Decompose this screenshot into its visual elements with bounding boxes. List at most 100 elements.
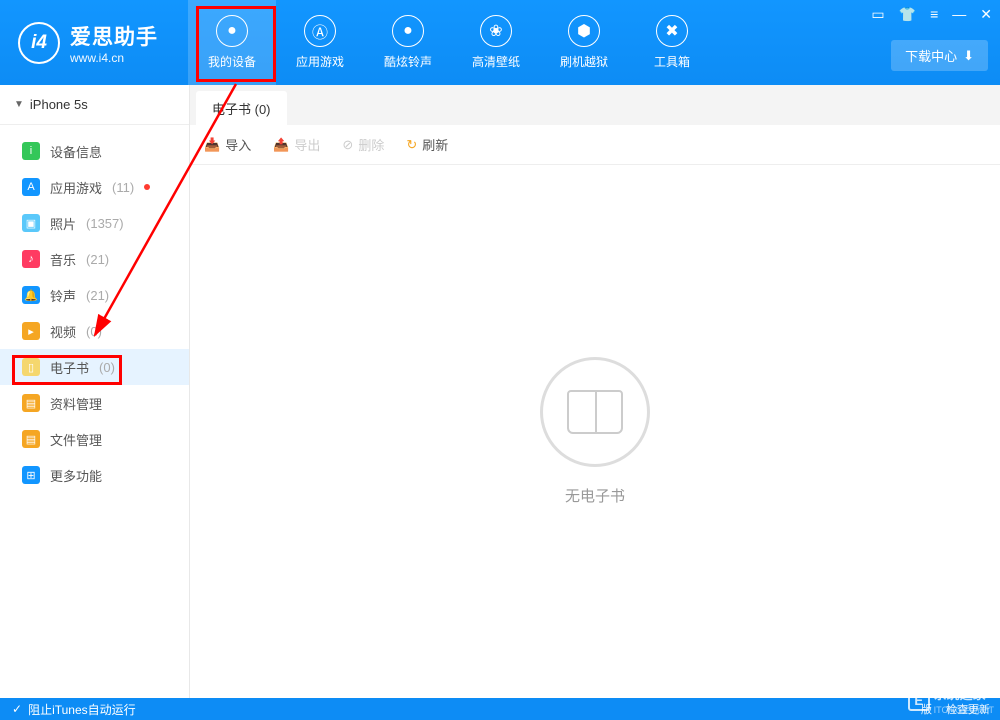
sidebar-item-icon: ▤	[22, 430, 40, 448]
window-controls: ▭ 👕 ≡ — ✕	[871, 6, 992, 23]
itunes-block-label[interactable]: 阻止iTunes自动运行	[28, 701, 136, 718]
sidebar: ▼ iPhone 5s i 设备信息 A 应用游戏 (11) ▣ 照片 (135…	[0, 85, 190, 698]
export-button: 📤 导出	[273, 135, 320, 154]
sidebar-item-count: (21)	[86, 288, 109, 303]
download-center-label: 下载中心	[905, 46, 957, 65]
sidebar-item-icon: ▣	[22, 214, 40, 232]
toolbar: 📥 导入 📤 导出 ⊘ 删除 ↻ 刷新	[190, 125, 1000, 165]
content-tab-strip: 电子书 (0)	[190, 85, 1000, 125]
nav-tab-jailbreak[interactable]: ⬢ 刷机越狱	[540, 0, 628, 85]
sidebar-item-label: 电子书	[50, 358, 89, 377]
sidebar-item-count: (21)	[86, 252, 109, 267]
app-url: www.i4.cn	[70, 51, 158, 65]
import-label: 导入	[225, 135, 251, 154]
nav-tab-apps[interactable]: Ⓐ 应用游戏	[276, 0, 364, 85]
bell-icon: ●	[392, 15, 424, 47]
nav-tab-wallpapers[interactable]: ❀ 高清壁纸	[452, 0, 540, 85]
book-icon	[567, 390, 623, 434]
sidebar-item-icon: ▤	[22, 394, 40, 412]
sidebar-item-count: (1357)	[86, 216, 124, 231]
device-name: iPhone 5s	[30, 97, 88, 112]
nav-tab-label: 工具箱	[654, 53, 690, 70]
delete-label: 删除	[358, 135, 384, 154]
tab-ebooks[interactable]: 电子书 (0)	[196, 91, 287, 125]
sidebar-item-icon: ♪	[22, 250, 40, 268]
sidebar-item-label: 应用游戏	[50, 178, 102, 197]
sidebar-item-5[interactable]: ▸ 视频 (0)	[0, 313, 189, 349]
watermark: E 系统之家 ITONG更新.ET	[908, 684, 994, 716]
empty-state: 无电子书	[190, 165, 1000, 698]
sidebar-item-8[interactable]: ▤ 文件管理	[0, 421, 189, 457]
wrench-icon: ✖	[656, 15, 688, 47]
sidebar-item-count: (0)	[99, 360, 115, 375]
sidebar-item-icon: 🔔	[22, 286, 40, 304]
feedback-icon[interactable]: ▭	[871, 6, 884, 23]
nav-tab-my-device[interactable]: ●我的设备	[188, 0, 276, 85]
appstore-icon: Ⓐ	[304, 15, 336, 47]
download-center-button[interactable]: 下载中心 ⬇	[891, 40, 988, 71]
delete-button: ⊘ 删除	[342, 135, 384, 154]
empty-state-text: 无电子书	[565, 485, 625, 506]
sidebar-item-label: 资料管理	[50, 394, 102, 413]
sidebar-item-1[interactable]: A 应用游戏 (11)	[0, 169, 189, 205]
sidebar-item-icon: ⊞	[22, 466, 40, 484]
watermark-sub: ITONG更新.ET	[934, 703, 994, 716]
sidebar-item-label: 文件管理	[50, 430, 102, 449]
device-selector[interactable]: ▼ iPhone 5s	[0, 85, 189, 125]
check-icon: ✓	[12, 702, 22, 716]
app-logo-icon: i4	[18, 22, 60, 64]
nav-tab-label: 酷炫铃声	[384, 53, 432, 70]
sidebar-item-icon: ▯	[22, 358, 40, 376]
tab-label: 电子书 (0)	[212, 99, 271, 118]
watermark-logo-icon: E	[908, 689, 930, 711]
nav-tab-label: 高清壁纸	[472, 53, 520, 70]
refresh-icon: ↻	[406, 137, 417, 153]
status-bar: ✓ 阻止iTunes自动运行 版 检查更新	[0, 698, 1000, 720]
minimize-icon[interactable]: —	[952, 6, 966, 23]
chevron-down-icon: ▼	[14, 99, 24, 110]
sidebar-item-6[interactable]: ▯ 电子书 (0)	[0, 349, 189, 385]
sidebar-item-label: 照片	[50, 214, 76, 233]
export-label: 导出	[294, 135, 320, 154]
sidebar-item-icon: ▸	[22, 322, 40, 340]
sidebar-item-0[interactable]: i 设备信息	[0, 133, 189, 169]
sidebar-item-3[interactable]: ♪ 音乐 (21)	[0, 241, 189, 277]
nav-tab-ringtones[interactable]: ● 酷炫铃声	[364, 0, 452, 85]
download-icon: ⬇	[963, 48, 974, 64]
sidebar-item-label: 更多功能	[50, 466, 102, 485]
nav-tab-label: 我的设备	[208, 53, 256, 70]
sidebar-item-7[interactable]: ▤ 资料管理	[0, 385, 189, 421]
app-title: 爱思助手	[70, 21, 158, 51]
sidebar-item-label: 音乐	[50, 250, 76, 269]
sidebar-item-count: (11)	[112, 180, 134, 195]
watermark-brand: 系统之家	[934, 684, 994, 703]
sidebar-item-icon: A	[22, 178, 40, 196]
sidebar-item-4[interactable]: 🔔 铃声 (21)	[0, 277, 189, 313]
nav-tab-label: 应用游戏	[296, 53, 344, 70]
sidebar-item-9[interactable]: ⊞ 更多功能	[0, 457, 189, 493]
delete-icon: ⊘	[342, 137, 353, 153]
skin-icon[interactable]: 👕	[899, 6, 916, 23]
refresh-button[interactable]: ↻ 刷新	[406, 135, 448, 154]
nav-tabs: ●我的设备 Ⓐ 应用游戏 ● 酷炫铃声 ❀ 高清壁纸 ⬢ 刷机越狱 ✖ 工具箱	[188, 0, 716, 85]
empty-state-icon	[540, 357, 650, 467]
box-icon: ⬢	[568, 15, 600, 47]
content-area: 电子书 (0) 📥 导入 📤 导出 ⊘ 删除 ↻ 刷新	[190, 85, 1000, 698]
close-icon[interactable]: ✕	[980, 6, 992, 23]
flower-icon: ❀	[480, 15, 512, 47]
notification-badge	[144, 184, 150, 190]
app-header: i4 爱思助手 www.i4.cn ●我的设备 Ⓐ 应用游戏 ● 酷炫铃声 ❀ 高清壁纸 ⬢ 刷…	[0, 0, 1000, 85]
sidebar-item-icon: i	[22, 142, 40, 160]
refresh-label: 刷新	[422, 135, 448, 154]
sidebar-item-label: 设备信息	[50, 142, 102, 161]
logo-area: i4 爱思助手 www.i4.cn	[0, 21, 176, 65]
sidebar-item-label: 视频	[50, 322, 76, 341]
sidebar-item-2[interactable]: ▣ 照片 (1357)	[0, 205, 189, 241]
import-button[interactable]: 📥 导入	[204, 135, 251, 154]
nav-tab-toolbox[interactable]: ✖ 工具箱	[628, 0, 716, 85]
sidebar-item-count: (0)	[86, 324, 102, 339]
import-icon: 📥	[204, 137, 220, 153]
export-icon: 📤	[273, 137, 289, 153]
menu-icon[interactable]: ≡	[930, 6, 938, 23]
nav-tab-label: 刷机越狱	[560, 53, 608, 70]
